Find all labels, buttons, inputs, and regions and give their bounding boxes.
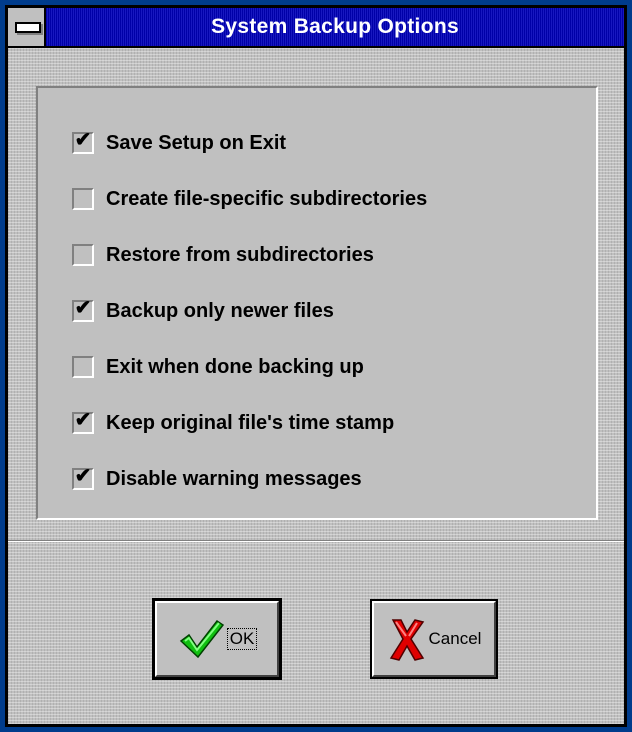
option-label: Backup only newer files xyxy=(106,299,334,322)
separator xyxy=(8,540,624,542)
green-checkmark-icon xyxy=(179,619,224,659)
dialog-body: ✔ Save Setup on Exit Create file-specifi… xyxy=(8,48,624,724)
checkbox[interactable] xyxy=(72,356,94,378)
option-label: Exit when done backing up xyxy=(106,355,364,378)
checkmark-icon: ✔ xyxy=(74,129,92,151)
checkmark-icon: ✔ xyxy=(74,409,92,431)
checkbox[interactable]: ✔ xyxy=(72,129,94,154)
cancel-button[interactable]: Cancel xyxy=(370,599,498,679)
option-restore-subdirs[interactable]: Restore from subdirectories xyxy=(72,240,374,270)
checkmark-icon: ✔ xyxy=(74,297,92,319)
checkbox[interactable]: ✔ xyxy=(72,297,94,322)
checkbox[interactable] xyxy=(72,188,94,210)
option-label: Keep original file's time stamp xyxy=(106,411,395,434)
checkbox[interactable] xyxy=(72,244,94,266)
option-disable-warnings[interactable]: ✔ Disable warning messages xyxy=(72,464,362,494)
ok-label: OK xyxy=(226,628,258,650)
red-x-icon xyxy=(389,619,424,661)
option-label: Save Setup on Exit xyxy=(106,131,287,154)
option-newer-files[interactable]: ✔ Backup only newer files xyxy=(72,296,334,326)
option-exit-when-done[interactable]: Exit when done backing up xyxy=(72,352,364,382)
window-title: System Backup Options xyxy=(211,15,459,38)
option-save-setup[interactable]: ✔ Save Setup on Exit xyxy=(72,128,286,158)
option-label: Restore from subdirectories xyxy=(106,243,374,266)
option-create-subdirs[interactable]: Create file-specific subdirectories xyxy=(72,184,427,214)
option-label: Create file-specific subdirectories xyxy=(106,187,428,210)
ok-button[interactable]: OK xyxy=(152,598,282,680)
cancel-label: Cancel xyxy=(428,629,482,648)
options-panel: ✔ Save Setup on Exit Create file-specifi… xyxy=(36,86,598,520)
dialog-window: System Backup Options ✔ Save Setup on Ex… xyxy=(0,0,632,732)
checkbox[interactable]: ✔ xyxy=(72,465,94,490)
system-menu-icon[interactable] xyxy=(8,8,46,46)
title-bar[interactable]: System Backup Options xyxy=(8,8,624,48)
checkbox[interactable]: ✔ xyxy=(72,409,94,434)
checkmark-icon: ✔ xyxy=(74,465,92,487)
option-keep-timestamp[interactable]: ✔ Keep original file's time stamp xyxy=(72,408,394,438)
option-label: Disable warning messages xyxy=(106,467,362,490)
